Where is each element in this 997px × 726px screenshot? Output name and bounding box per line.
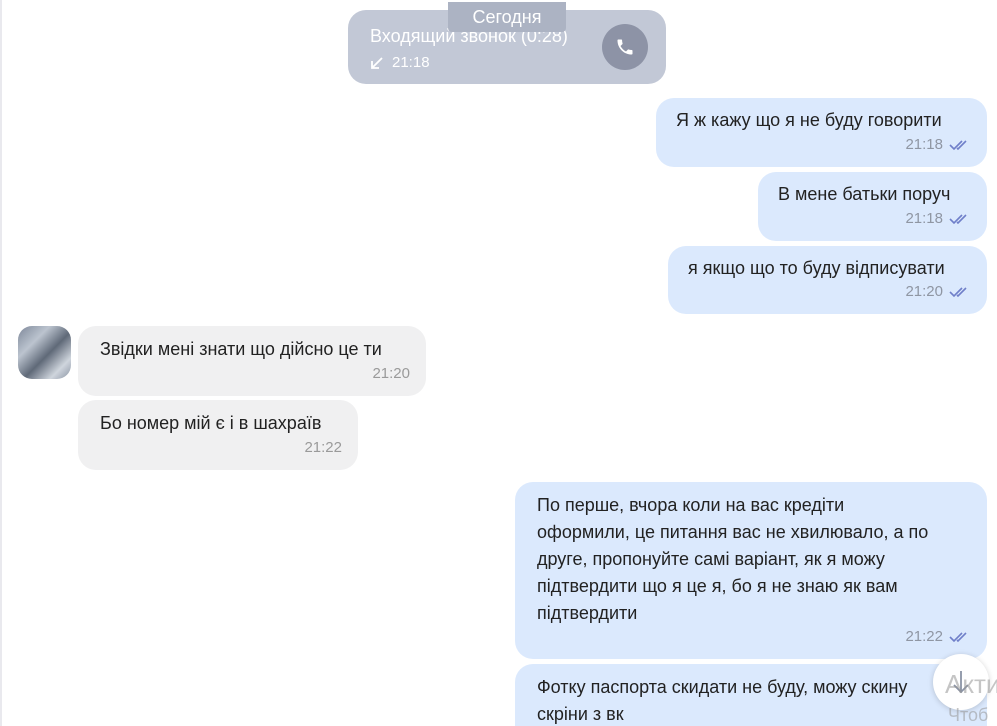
message-meta: 21:20 xyxy=(372,360,410,387)
message-text: Бо номер мій є і в шахраїв xyxy=(100,413,322,433)
message-text-line: підтвердити xyxy=(537,603,638,623)
message-meta: 21:18 xyxy=(905,205,971,232)
message-time: 21:22 xyxy=(304,439,342,456)
call-time: 21:18 xyxy=(392,54,430,71)
message-text-line: підтвердити що я це я, бо я не знаю як в… xyxy=(537,576,898,596)
message-time: 21:20 xyxy=(372,365,410,382)
message-meta: 21:18 xyxy=(905,131,971,158)
message-time: 21:18 xyxy=(905,136,943,153)
contact-avatar[interactable] xyxy=(18,326,71,379)
activation-watermark-title: Акти xyxy=(945,669,997,699)
message-text: В мене батьки поруч xyxy=(778,184,951,204)
activation-watermark-text: Чтоб xyxy=(948,705,989,725)
message-text: Звідки мені знати що дійсно це ти xyxy=(100,339,382,359)
message-outgoing[interactable]: По перше, вчора коли на вас кредіти офор… xyxy=(515,482,987,659)
read-ticks-icon xyxy=(949,139,971,151)
date-separator: Сегодня xyxy=(448,2,566,32)
call-meta: 21:18 xyxy=(370,54,430,71)
message-incoming[interactable]: Бо номер мій є і в шахраїв 21:22 xyxy=(78,400,358,470)
phone-icon xyxy=(617,39,633,55)
message-incoming[interactable]: Звідки мені знати що дійсно це ти 21:20 xyxy=(78,326,426,396)
message-text-line: скріни з вк xyxy=(537,704,624,724)
call-back-button[interactable] xyxy=(602,24,648,70)
message-text-line: оформили, це питання вас не хвилювало, а… xyxy=(537,522,929,542)
read-ticks-icon xyxy=(949,213,971,225)
message-text-line: Фотку паспорта скидати не буду, можу ски… xyxy=(537,677,908,697)
chat-window: Входящий звонок (0:28) 21:18 Сегодня Я ж… xyxy=(0,0,997,726)
message-text: Я ж кажу що я не буду говорити xyxy=(676,110,942,130)
message-time: 21:22 xyxy=(905,628,943,645)
message-text-line: По перше, вчора коли на вас кредіти xyxy=(537,495,845,515)
panel-divider xyxy=(0,0,2,726)
message-outgoing[interactable]: Я ж кажу що я не буду говорити 21:18 xyxy=(656,98,987,167)
message-meta: 21:22 xyxy=(304,434,342,461)
message-time: 21:18 xyxy=(905,210,943,227)
message-outgoing[interactable]: я якщо що то буду відписувати 21:20 xyxy=(668,246,987,314)
message-time: 21:20 xyxy=(905,283,943,300)
message-outgoing[interactable]: В мене батьки поруч 21:18 xyxy=(758,172,987,241)
arrow-incoming-icon xyxy=(371,56,383,69)
read-ticks-icon xyxy=(949,631,971,643)
message-meta: 21:20 xyxy=(905,278,971,305)
message-meta: 21:22 xyxy=(905,623,971,650)
message-outgoing[interactable]: Фотку паспорта скидати не буду, можу ски… xyxy=(515,664,987,726)
message-text-line: друге, пропонуйте самі варіант, як я мож… xyxy=(537,549,885,569)
read-ticks-icon xyxy=(949,286,971,298)
